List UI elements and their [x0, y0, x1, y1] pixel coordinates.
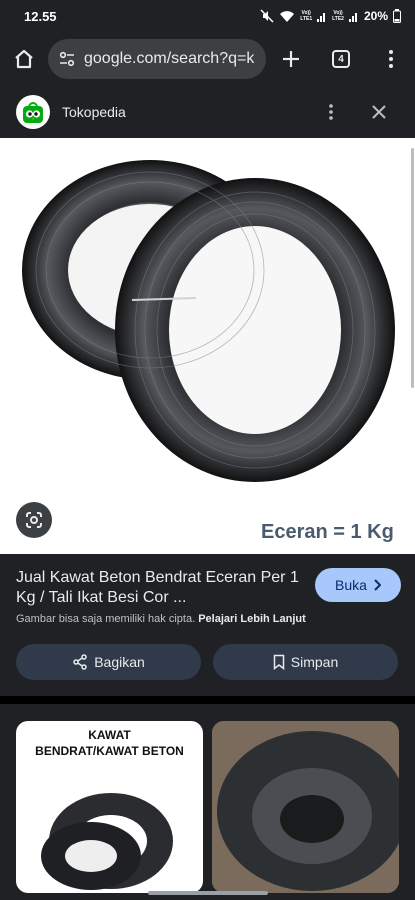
learn-more-link[interactable]: Pelajari Lebih Lanjut	[198, 613, 306, 625]
source-more-button[interactable]	[317, 98, 345, 126]
browser-toolbar: google.com/search?q=k 4	[0, 32, 415, 86]
address-bar[interactable]: google.com/search?q=k	[48, 39, 266, 79]
url-text: google.com/search?q=k	[84, 50, 255, 67]
image-scrollbar[interactable]	[411, 148, 414, 388]
battery-percent: 20%	[363, 9, 388, 23]
more-vert-icon	[329, 104, 333, 120]
status-icons: Vo)) LTE1 Vo)) LTE2 20%	[260, 9, 401, 23]
wifi-icon	[279, 10, 295, 23]
visit-label: Buka	[335, 577, 367, 593]
battery-icon	[393, 9, 401, 23]
mute-icon	[260, 9, 274, 23]
lte1-label: Vo)) LTE1	[300, 10, 313, 22]
image-caption: Eceran = 1 Kg	[261, 521, 394, 543]
section-divider	[0, 696, 415, 704]
lte2-label: Vo)) LTE2	[332, 10, 344, 22]
source-header: Tokopedia	[0, 86, 415, 138]
home-button[interactable]	[0, 32, 48, 86]
related-image-card[interactable]	[212, 721, 399, 893]
tokopedia-logo-icon	[16, 95, 50, 129]
home-icon	[15, 49, 33, 69]
gesture-bar	[0, 886, 415, 900]
visit-button[interactable]: Buka	[315, 568, 401, 602]
close-icon	[372, 105, 386, 119]
lens-icon	[26, 512, 42, 528]
source-name: Tokopedia	[62, 104, 126, 120]
signal-icon	[317, 11, 327, 22]
plus-icon	[283, 51, 299, 67]
copyright-notice: Gambar bisa saja memiliki hak cipta. Pel…	[16, 613, 306, 625]
overflow-menu-button[interactable]	[366, 32, 415, 86]
wire-coil-thumbnail	[41, 793, 173, 890]
chevron-right-icon	[374, 579, 381, 591]
site-settings-icon	[59, 51, 75, 67]
more-vert-icon	[388, 50, 393, 68]
wire-coil-thumbnail	[212, 721, 399, 893]
wire-coil-image	[22, 160, 395, 482]
share-button[interactable]: Bagikan	[16, 644, 201, 680]
preview-image[interactable]: Eceran = 1 Kg	[0, 138, 415, 554]
related-images: KAWAT BENDRAT/KAWAT BETON	[0, 704, 415, 900]
new-tab-button[interactable]	[266, 32, 316, 86]
result-title[interactable]: Jual Kawat Beton Bendrat Eceran Per 1 Kg…	[16, 568, 306, 608]
tab-count: 4	[332, 50, 350, 68]
share-icon	[73, 654, 87, 670]
close-button[interactable]	[365, 98, 393, 126]
home-indicator[interactable]	[147, 891, 268, 895]
share-label: Bagikan	[94, 654, 145, 670]
save-button[interactable]: Simpan	[213, 644, 398, 680]
status-bar: 12.55 Vo)) LTE1 Vo)) LTE2 20%	[0, 0, 415, 32]
bookmark-icon	[273, 654, 285, 670]
result-detail-panel: Jual Kawat Beton Bendrat Eceran Per 1 Kg…	[0, 554, 415, 696]
status-time: 12.55	[24, 8, 57, 24]
related-image-card[interactable]: KAWAT BENDRAT/KAWAT BETON	[16, 721, 203, 893]
copyright-text: Gambar bisa saja memiliki hak cipta.	[16, 613, 196, 625]
tab-switcher-button[interactable]: 4	[316, 32, 366, 86]
signal-icon	[348, 11, 359, 22]
google-lens-button[interactable]	[16, 502, 52, 538]
save-label: Simpan	[290, 654, 339, 670]
